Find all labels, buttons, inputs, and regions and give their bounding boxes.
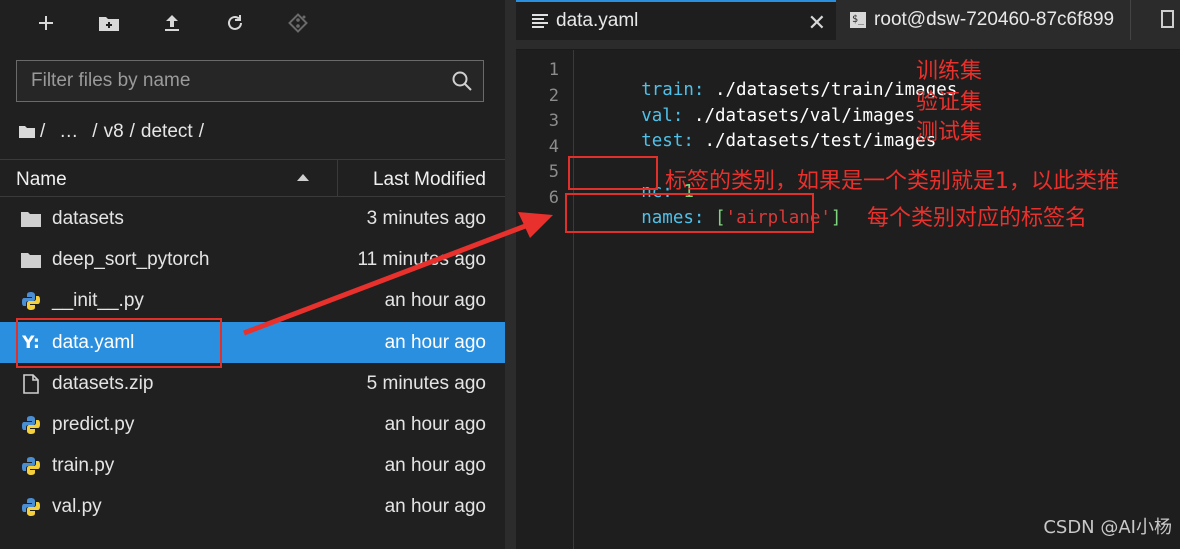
annotation-val: 验证集 <box>916 90 983 115</box>
file-modified: an hour ago <box>384 290 486 312</box>
file-browser-panel: / … / v8 / detect / Name Last Modified d… <box>0 0 505 549</box>
git-clone-button[interactable] <box>284 9 312 37</box>
file-name: datasets.zip <box>52 372 154 394</box>
python-icon <box>20 496 42 518</box>
folder-icon <box>20 208 42 230</box>
home-folder-icon[interactable] <box>18 125 36 139</box>
file-modified: an hour ago <box>384 455 486 477</box>
file-row-datasets-zip[interactable]: datasets.zip 5 minutes ago <box>0 363 505 404</box>
breadcrumb: / … / v8 / detect / <box>18 119 210 145</box>
highlight-box-nc <box>568 156 658 190</box>
filter-files-box <box>16 60 484 102</box>
git-icon <box>288 13 308 33</box>
highlight-box-names <box>565 193 814 233</box>
watermark: CSDN @AI小杨 <box>1043 517 1172 538</box>
breadcrumb-v8[interactable]: v8 <box>104 121 124 143</box>
new-launcher-button[interactable] <box>32 9 60 37</box>
line-number: 1 <box>548 60 559 80</box>
breadcrumb-separator: / <box>92 121 98 142</box>
highlight-box-data-yaml <box>16 318 222 368</box>
plus-icon <box>39 16 53 30</box>
line-number: 4 <box>548 137 559 157</box>
upload-button[interactable] <box>158 9 186 37</box>
filter-files-input[interactable] <box>17 61 437 101</box>
line-number: 3 <box>548 111 559 131</box>
tab-terminal[interactable]: $_ root@dsw-720460-87c6f899 <box>840 0 1132 40</box>
editor-panel: data.yaml ✕ $_ root@dsw-720460-87c6f899 … <box>516 0 1180 549</box>
yaml-bracket: ] <box>830 208 842 228</box>
panel-splitter[interactable] <box>505 0 516 549</box>
search-icon[interactable] <box>451 70 473 92</box>
file-modified: an hour ago <box>384 413 486 435</box>
file-row-train-py[interactable]: train.py an hour ago <box>0 445 505 486</box>
tab-data-yaml[interactable]: data.yaml ✕ <box>516 0 836 40</box>
name-column-header[interactable]: Name <box>16 169 67 191</box>
file-name: train.py <box>52 455 115 477</box>
file-name: val.py <box>52 496 102 518</box>
file-name: datasets <box>52 208 124 229</box>
tab-label: root@dsw-720460-87c6f899 <box>874 9 1115 30</box>
column-divider[interactable] <box>337 160 338 196</box>
file-row-predict-py[interactable]: predict.py an hour ago <box>0 404 505 445</box>
sort-ascending-icon[interactable] <box>297 174 309 181</box>
annotation-names: 每个类别对应的标签名 <box>867 206 1088 231</box>
file-name: __init__.py <box>52 290 144 312</box>
file-row-deep-sort-pytorch[interactable]: deep_sort_pytorch 11 minutes ago <box>0 239 505 280</box>
breadcrumb-detect[interactable]: detect <box>141 121 193 143</box>
file-browser-toolbar <box>0 0 505 46</box>
file-name: predict.py <box>52 413 135 435</box>
file-modified: an hour ago <box>384 331 486 353</box>
last-modified-column-header[interactable]: Last Modified <box>373 169 486 191</box>
file-modified: an hour ago <box>384 496 486 518</box>
line-number: 2 <box>548 86 559 106</box>
file-row-datasets[interactable]: datasets 3 minutes ago <box>0 198 505 239</box>
file-list-header: Name Last Modified <box>0 159 505 197</box>
close-tab-icon[interactable]: ✕ <box>808 10 826 36</box>
new-folder-icon <box>99 17 119 31</box>
new-folder-button[interactable] <box>95 9 123 37</box>
file-modified: 11 minutes ago <box>357 249 486 271</box>
python-icon <box>20 414 42 436</box>
editor-tab-bar: data.yaml ✕ $_ root@dsw-720460-87c6f899 <box>516 0 1180 50</box>
breadcrumb-separator: / <box>40 121 46 142</box>
python-icon <box>20 455 42 477</box>
text-file-icon <box>532 14 548 28</box>
file-modified: 3 minutes ago <box>366 208 486 229</box>
refresh-icon <box>228 15 242 30</box>
breadcrumb-separator: / <box>198 121 204 142</box>
refresh-button[interactable] <box>221 9 249 37</box>
annotation-test: 测试集 <box>916 120 983 145</box>
tab-overflow-icon[interactable] <box>1161 10 1174 28</box>
line-number: 5 <box>548 162 559 182</box>
tab-divider <box>1130 0 1131 40</box>
line-number-gutter: 1 2 3 4 5 6 <box>516 50 574 549</box>
tab-label: data.yaml <box>556 10 639 31</box>
file-row-val-py[interactable]: val.py an hour ago <box>0 486 505 527</box>
python-icon <box>20 290 42 312</box>
file-icon <box>20 373 42 395</box>
yaml-key: test <box>641 131 684 151</box>
file-modified: 5 minutes ago <box>366 372 486 394</box>
yaml-colon: : <box>683 131 694 151</box>
folder-icon <box>20 249 42 271</box>
breadcrumb-separator: / <box>129 121 135 142</box>
file-row-init-py[interactable]: __init__.py an hour ago <box>0 280 505 321</box>
upload-icon <box>165 15 179 31</box>
terminal-icon: $_ <box>850 12 867 28</box>
line-number: 6 <box>548 188 559 208</box>
annotation-train: 训练集 <box>916 59 983 84</box>
file-name: deep_sort_pytorch <box>52 249 210 271</box>
breadcrumb-ellipsis[interactable]: … <box>59 121 78 143</box>
yaml-value: ./datasets/test/images <box>693 131 937 151</box>
annotation-nc: 标签的类别，如果是一个类别就是1，以此类推 <box>665 169 1119 194</box>
